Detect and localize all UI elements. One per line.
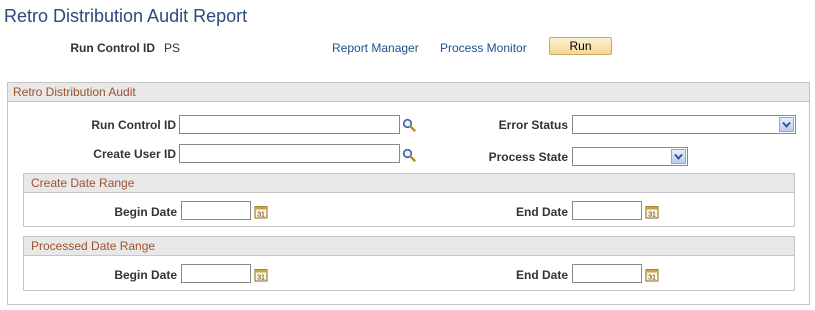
chevron-down-icon[interactable] bbox=[671, 149, 686, 164]
process-state-select[interactable] bbox=[572, 147, 688, 166]
processed-begin-date-label: Begin Date bbox=[114, 268, 177, 282]
run-control-id-label: Run Control ID bbox=[70, 41, 155, 55]
run-button[interactable]: Run bbox=[549, 37, 612, 55]
create-begin-date-label: Begin Date bbox=[114, 205, 177, 219]
process-monitor-link[interactable]: Process Monitor bbox=[440, 41, 527, 55]
run-control-id-input[interactable] bbox=[179, 115, 400, 134]
page-title: Retro Distribution Audit Report bbox=[4, 6, 248, 26]
create-user-id-input[interactable] bbox=[179, 144, 400, 163]
error-status-label: Error Status bbox=[498, 118, 568, 132]
svg-text:31: 31 bbox=[648, 212, 656, 219]
svg-text:31: 31 bbox=[257, 275, 265, 282]
error-status-select[interactable] bbox=[572, 115, 796, 134]
calendar-icon[interactable]: 31 bbox=[645, 205, 659, 219]
magnifier-icon[interactable] bbox=[402, 148, 416, 162]
calendar-icon[interactable]: 31 bbox=[645, 268, 659, 282]
create-end-date-label: End Date bbox=[515, 205, 568, 219]
calendar-icon[interactable]: 31 bbox=[254, 205, 268, 219]
create-date-range-header: Create Date Range bbox=[24, 174, 794, 193]
processed-end-date-label: End Date bbox=[515, 268, 568, 282]
processed-begin-date-input[interactable] bbox=[181, 264, 251, 283]
svg-text:31: 31 bbox=[648, 275, 656, 282]
section-header: Retro Distribution Audit bbox=[8, 83, 809, 102]
processed-date-range-header: Processed Date Range bbox=[24, 237, 794, 256]
chevron-down-icon[interactable] bbox=[779, 117, 794, 132]
calendar-icon[interactable]: 31 bbox=[254, 268, 268, 282]
svg-text:31: 31 bbox=[257, 212, 265, 219]
report-manager-link[interactable]: Report Manager bbox=[332, 41, 419, 55]
create-begin-date-input[interactable] bbox=[181, 201, 251, 220]
processed-date-range-group: Processed Date Range bbox=[23, 236, 795, 291]
magnifier-icon[interactable] bbox=[402, 118, 416, 132]
process-state-label: Process State bbox=[488, 150, 568, 164]
create-user-id-label: Create User ID bbox=[93, 147, 176, 161]
create-end-date-input[interactable] bbox=[572, 201, 642, 220]
processed-end-date-input[interactable] bbox=[572, 264, 642, 283]
run-control-id-value: PS bbox=[164, 41, 181, 55]
run-control-id-field-label: Run Control ID bbox=[91, 118, 176, 132]
